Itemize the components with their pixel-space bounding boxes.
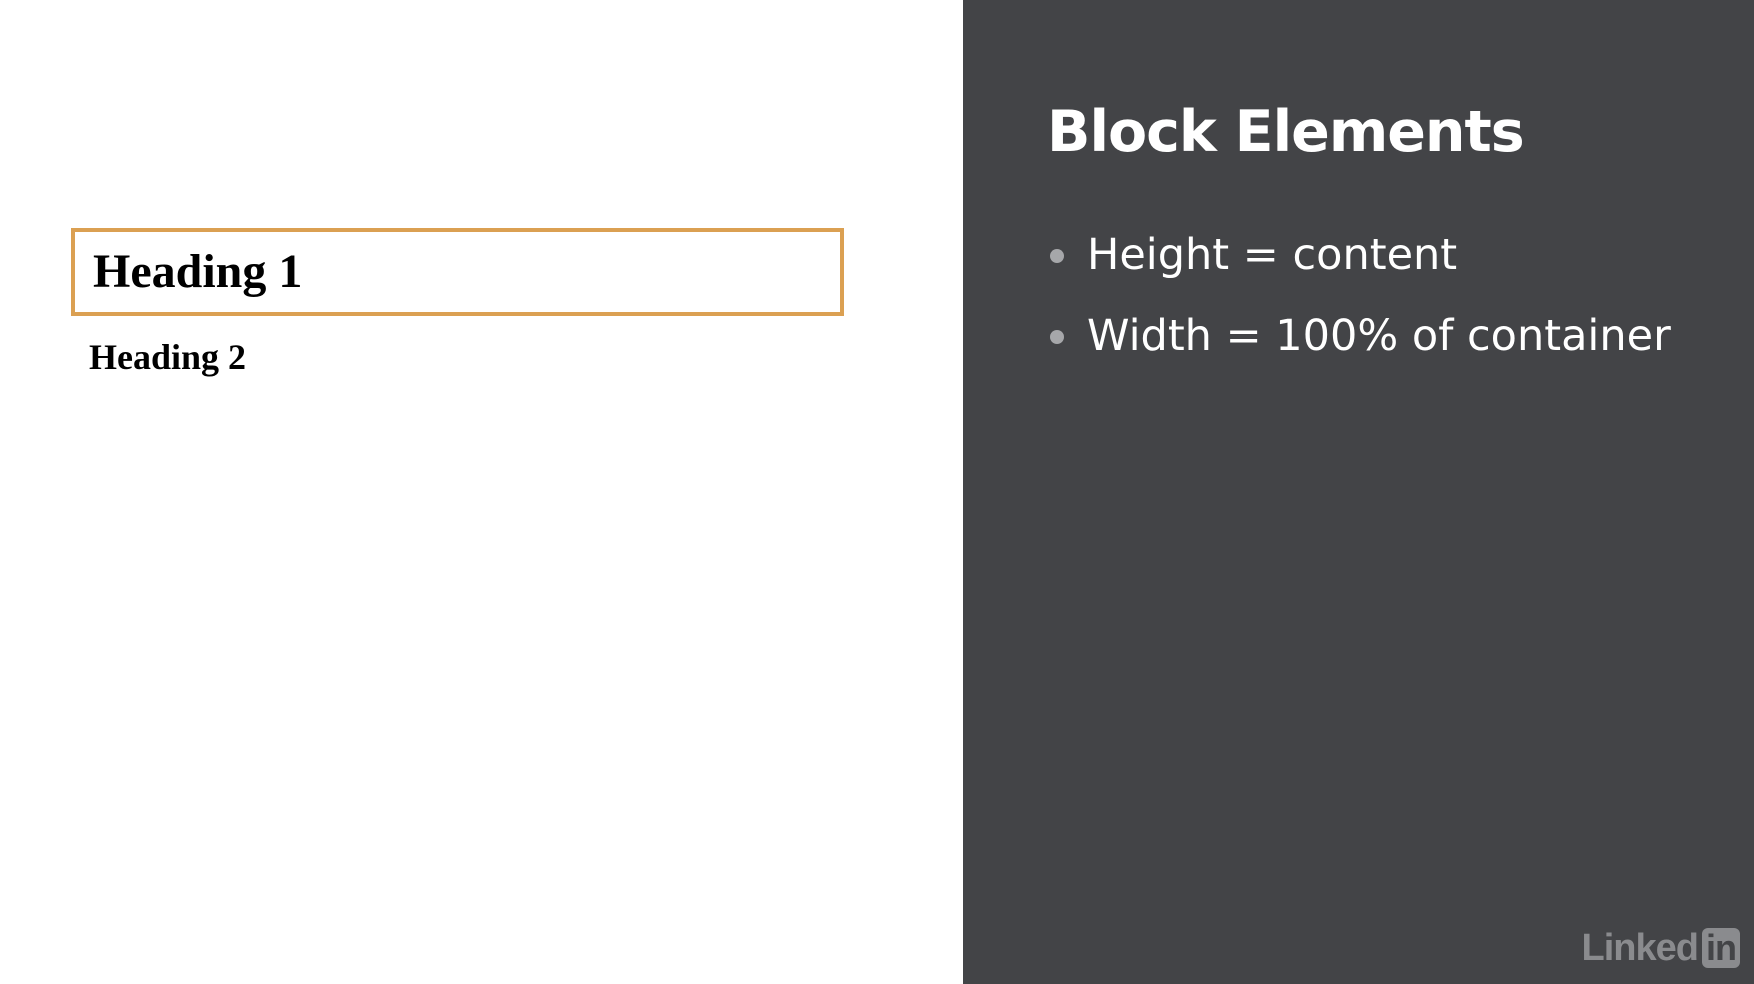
video-frame: Heading 1 Heading 2 Block Elements Heigh… [0, 0, 1754, 984]
browser-demo-pane: Heading 1 Heading 2 [0, 0, 963, 984]
slide-pane: Block Elements Height = content Width = … [963, 0, 1754, 984]
linkedin-logo-box: in [1702, 928, 1740, 968]
linkedin-logo-word: Linked [1581, 927, 1699, 969]
heading1-text: Heading 1 [93, 245, 303, 298]
bullet-dot-icon [1050, 330, 1064, 344]
slide-title: Block Elements [1047, 99, 1525, 165]
bullet-dot-icon [1050, 249, 1064, 263]
heading1-highlight-box: Heading 1 [71, 228, 844, 316]
bullet-text: Width = 100% of container [1087, 311, 1671, 361]
linkedin-logo: Linked in [1582, 926, 1740, 970]
heading2-text: Heading 2 [89, 337, 247, 377]
bullet-text: Height = content [1087, 230, 1458, 280]
